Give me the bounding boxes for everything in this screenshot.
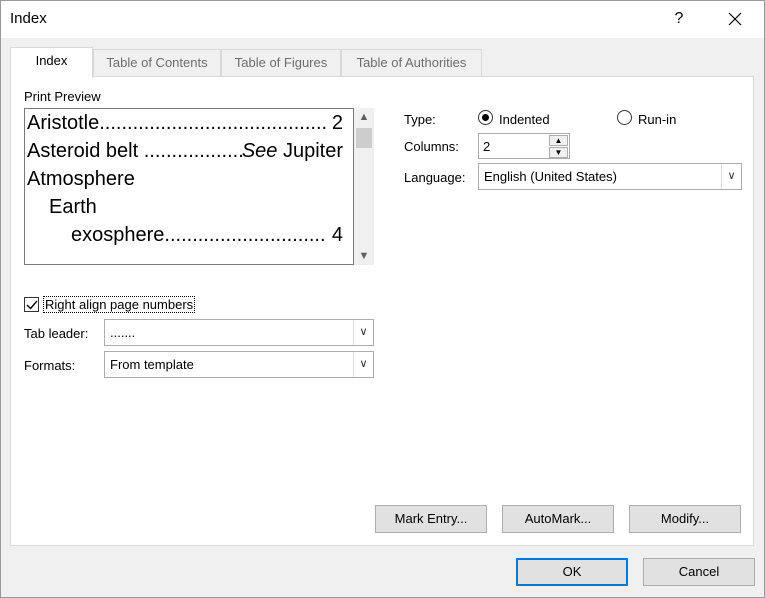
tab-table-of-authorities[interactable]: Table of Authorities	[341, 49, 482, 76]
tab-leader-value: .......	[110, 325, 136, 340]
close-button[interactable]	[720, 4, 750, 34]
runin-radio[interactable]	[617, 110, 632, 125]
tab-index[interactable]: Index	[10, 47, 93, 78]
ok-button[interactable]: OK	[516, 558, 628, 586]
formats-value: From template	[110, 357, 194, 372]
columns-label: Columns:	[404, 139, 459, 154]
mark-entry-button[interactable]: Mark Entry...	[375, 505, 487, 533]
window-title: Index	[10, 10, 47, 27]
columns-value[interactable]: 2	[483, 139, 490, 154]
cancel-button[interactable]: Cancel	[643, 558, 755, 586]
automark-button[interactable]: AutoMark...	[502, 505, 614, 533]
preview-scrollbar[interactable]: ▲ ▼	[354, 108, 374, 265]
language-label: Language:	[404, 170, 466, 185]
chevron-down-icon[interactable]: ∨	[353, 352, 373, 377]
print-preview-box: Aristotle...............................…	[24, 108, 354, 265]
preview-entry: Earth	[49, 196, 97, 218]
language-select[interactable]: English (United States) ∨	[478, 163, 742, 190]
right-align-label[interactable]: Right align page numbers	[43, 296, 196, 313]
indented-label[interactable]: Indented	[499, 112, 550, 127]
preview-entry: exosphere...............................…	[71, 224, 343, 246]
runin-label[interactable]: Run-in	[638, 112, 676, 127]
right-align-checkbox[interactable]	[24, 297, 39, 312]
tab-leader-select[interactable]: ....... ∨	[104, 319, 374, 346]
close-icon	[728, 12, 742, 26]
chevron-down-icon[interactable]: ∨	[353, 320, 373, 345]
type-label: Type:	[404, 112, 436, 127]
chevron-down-icon[interactable]: ∨	[721, 164, 741, 189]
indented-radio[interactable]	[478, 110, 493, 125]
tab-table-of-figures[interactable]: Table of Figures	[221, 49, 341, 76]
print-preview-label: Print Preview	[24, 89, 101, 104]
chevron-up-icon[interactable]: ▲	[354, 108, 374, 126]
spin-down-icon[interactable]: ▼	[549, 147, 568, 158]
modify-button[interactable]: Modify...	[629, 505, 741, 533]
formats-label: Formats:	[24, 358, 76, 373]
preview-entry: Asteroid belt ..........................…	[27, 140, 343, 162]
formats-select[interactable]: From template ∨	[104, 351, 374, 378]
chevron-down-icon[interactable]: ▼	[354, 247, 374, 265]
tab-leader-label: Tab leader:	[24, 326, 89, 341]
check-icon	[26, 300, 38, 310]
scrollbar-thumb[interactable]	[356, 128, 372, 148]
spin-up-icon[interactable]: ▲	[549, 135, 568, 146]
tab-table-of-contents[interactable]: Table of Contents	[93, 49, 221, 76]
columns-stepper[interactable]: 2 ▲ ▼	[478, 133, 570, 159]
title-bar: Index ?	[0, 0, 765, 38]
help-button[interactable]: ?	[664, 4, 694, 34]
language-value: English (United States)	[484, 169, 617, 184]
preview-entry: Atmosphere	[27, 168, 135, 190]
preview-entry: Aristotle...............................…	[27, 112, 343, 134]
